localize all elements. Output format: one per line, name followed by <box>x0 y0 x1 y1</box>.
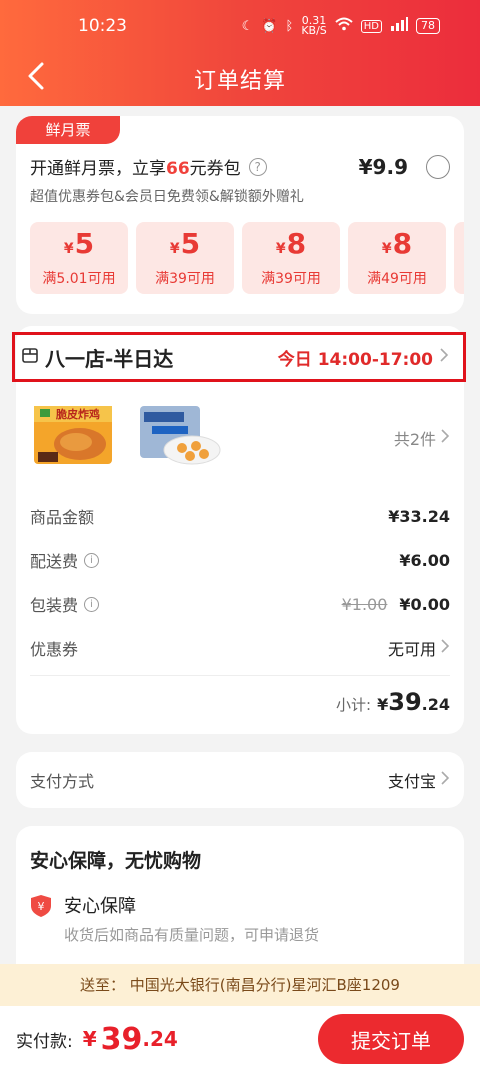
store-name: 八一店-半日达 <box>45 346 174 371</box>
signal-icon <box>390 17 408 35</box>
item-count[interactable]: 共2件 <box>394 426 450 450</box>
guarantee-title: 安心保障 <box>64 896 136 917</box>
page-title: 订单结算 <box>193 69 286 94</box>
monthly-pass-tag: 鲜月票 <box>16 116 120 144</box>
product-image-chicken: 脆皮炸鸡 <box>32 402 118 468</box>
bluetooth-icon: ᛒ <box>285 18 294 34</box>
product-image-shrimp <box>138 402 224 468</box>
monthly-pass-price: ¥9.9 <box>358 154 408 179</box>
delivery-time: 今日 14:00-17:00 <box>277 349 433 370</box>
back-arrow-icon[interactable] <box>22 58 52 94</box>
delivery-fee-row: 配送费 i ¥6.00 <box>30 550 450 572</box>
store-icon <box>21 346 39 368</box>
voucher-item: ¥8 满39可用 <box>242 222 340 294</box>
goods-amount-row: 商品金额 ¥33.24 <box>30 506 450 528</box>
total-currency: ¥ <box>82 1027 97 1051</box>
voucher-item-partial <box>454 222 464 294</box>
monthly-pass-headline: 开通鲜月票，立享66元券包 <box>30 159 241 179</box>
checkout-bar: 实付款: ¥ 39 .24 提交订单 <box>0 1006 480 1072</box>
guarantee-heading: 安心保障，无忧购物 <box>30 850 202 872</box>
total-integer: 39 <box>100 1021 143 1057</box>
shield-icon: ¥ <box>30 894 52 918</box>
monthly-pass-card[interactable]: 鲜月票 开通鲜月票，立享66元券包 ? ¥9.9 超值优惠券包&会员日免费领&解… <box>16 116 464 314</box>
monthly-pass-subtitle: 超值优惠券包&会员日免费领&解锁额外赠礼 <box>30 189 304 205</box>
monthly-pass-radio[interactable] <box>426 154 450 179</box>
wifi-icon <box>335 17 353 35</box>
voucher-item: ¥8 满49可用 <box>348 222 446 294</box>
monthly-pass-header: 开通鲜月票，立享66元券包 ? ¥9.9 <box>30 154 450 179</box>
divider <box>30 675 450 676</box>
total-label: 实付款: <box>16 1031 73 1052</box>
info-icon[interactable]: i <box>84 596 100 612</box>
alarm-icon: ⏰ <box>261 18 278 34</box>
moon-icon: ☾ <box>241 18 254 34</box>
delivery-address-bar[interactable]: 送至： 中国光大银行(南昌分行)星河汇B座1209 <box>0 964 480 1006</box>
net-speed: 0.31 KB/S <box>301 14 327 37</box>
guarantee-desc: 收货后如商品有质量问题，可申请退货 <box>64 926 320 944</box>
chevron-right-icon <box>440 428 450 448</box>
svg-text:¥: ¥ <box>38 900 45 913</box>
voucher-item: ¥5 满39可用 <box>136 222 234 294</box>
status-time: 10:23 <box>78 16 127 36</box>
voucher-list: ¥5 满5.01可用 ¥5 满39可用 ¥8 满39可用 ¥8 满49可用 <box>30 222 464 294</box>
svg-text:脆皮炸鸡: 脆皮炸鸡 <box>55 407 100 421</box>
nav-bar: 订单结算 <box>0 52 480 106</box>
submit-order-button[interactable]: 提交订单 <box>318 1014 464 1064</box>
payment-method-row[interactable]: 支付方式 支付宝 <box>16 752 464 808</box>
product-thumbnails[interactable]: 脆皮炸鸡 <box>32 402 224 468</box>
status-icons: ☾ ⏰ ᛒ 0.31 KB/S HD 78 <box>241 14 440 37</box>
info-icon[interactable]: i <box>84 552 100 568</box>
packing-original-price: ¥1.00 <box>341 594 388 614</box>
help-icon[interactable]: ? <box>248 157 267 176</box>
battery-icon: 78 <box>416 18 440 34</box>
hd-icon: HD <box>360 19 382 33</box>
status-bar: 10:23 ☾ ⏰ ᛒ 0.31 KB/S HD 78 <box>0 0 480 52</box>
chevron-right-icon <box>439 347 449 367</box>
packing-fee-row: 包装费 i ¥1.00 ¥0.00 <box>30 594 450 616</box>
top-header: 10:23 ☾ ⏰ ᛒ 0.31 KB/S HD 78 订单结算 <box>0 0 480 106</box>
coupon-row[interactable]: 优惠券 无可用 <box>30 636 450 660</box>
chevron-right-icon <box>440 770 450 790</box>
chevron-right-icon <box>440 638 450 658</box>
voucher-item: ¥5 满5.01可用 <box>30 222 128 294</box>
store-delivery-row[interactable]: 八一店-半日达 今日 14:00-17:00 <box>12 332 466 382</box>
order-card: 八一店-半日达 今日 14:00-17:00 脆皮炸鸡 共2件 商品金额 ¥33… <box>12 326 466 734</box>
total-decimal: .24 <box>142 1027 178 1051</box>
subtotal: 小计: ¥ 39 .24 <box>336 688 450 716</box>
